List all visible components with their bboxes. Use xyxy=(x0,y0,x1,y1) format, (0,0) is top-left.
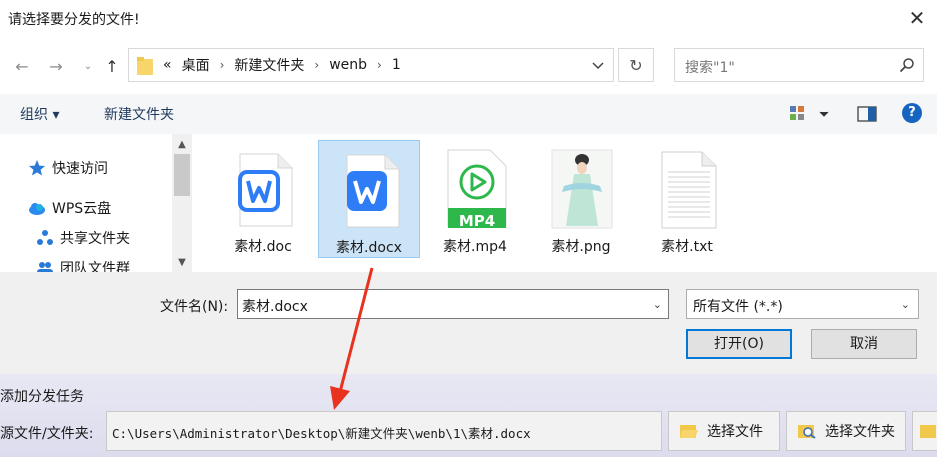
source-path-value: C:\Users\Administrator\Desktop\新建文件夹\wen… xyxy=(112,426,531,441)
up-arrow-icon[interactable]: ↑ xyxy=(100,54,124,78)
star-icon xyxy=(29,160,45,176)
nav-item-label: 快速访问 xyxy=(52,161,108,177)
nav-item-label: WPS云盘 xyxy=(52,201,112,217)
folder-icon xyxy=(920,425,936,438)
breadcrumb-wenb[interactable]: wenb xyxy=(329,57,367,73)
cancel-button[interactable]: 取消 xyxy=(811,329,917,359)
help-icon[interactable]: ? xyxy=(902,103,922,123)
address-bar[interactable]: « 桌面 › 新建文件夹 › wenb › 1 xyxy=(128,48,614,82)
organize-menu[interactable]: 组织 ▾ xyxy=(20,104,59,124)
file-list: 素材.doc 素材.docx MP4 素材.mp4 素材.png 素材.txt xyxy=(192,134,937,272)
refresh-button[interactable]: ↻ xyxy=(618,48,654,82)
breadcrumb-separator[interactable]: › xyxy=(220,58,225,72)
nav-item-label: 团队文件群 xyxy=(60,261,130,272)
breadcrumb-separator[interactable]: › xyxy=(377,58,382,72)
scroll-down-arrow-icon[interactable]: ▼ xyxy=(176,258,188,268)
file-name: 素材.png xyxy=(551,239,611,255)
source-path-field[interactable]: C:\Users\Administrator\Desktop\新建文件夹\wen… xyxy=(106,411,662,451)
filetype-select[interactable]: 所有文件 (*.*) ⌄ xyxy=(686,289,919,319)
file-name: 素材.mp4 xyxy=(443,239,507,255)
preview-pane-icon[interactable] xyxy=(856,103,878,125)
open-button[interactable]: 打开(O) xyxy=(686,329,792,359)
file-item[interactable]: 素材.doc xyxy=(212,140,314,258)
select-file-label: 选择文件 xyxy=(707,424,763,440)
filetype-value: 所有文件 (*.*) xyxy=(693,299,783,315)
recent-locations-chevron-icon[interactable]: ⌄ xyxy=(76,54,100,78)
filename-label: 文件名(N): xyxy=(160,299,229,315)
nav-item-wps-cloud[interactable]: WPS云盘 xyxy=(28,198,111,218)
chevron-down-icon[interactable]: ⌄ xyxy=(901,298,910,311)
file-name: 素材.doc xyxy=(234,239,292,255)
title-bar: 请选择要分发的文件! ✕ xyxy=(0,0,937,36)
search-placeholder: 搜索"1" xyxy=(685,60,735,76)
share-icon xyxy=(37,230,53,245)
select-folder-label: 选择文件夹 xyxy=(825,424,895,440)
breadcrumb-overflow[interactable]: « xyxy=(163,57,172,73)
file-name-pane: 文件名(N): 素材.docx ⌄ 所有文件 (*.*) ⌄ 打开(O) 取消 xyxy=(0,272,937,374)
navigation-bar: ← → ⌄ ↑ « 桌面 › 新建文件夹 › wenb › 1 ↻ 搜索"1" xyxy=(0,44,937,88)
file-item[interactable]: 素材.txt xyxy=(636,140,738,258)
dialog-title: 请选择要分发的文件! xyxy=(8,12,140,28)
breadcrumb: « 桌面 › 新建文件夹 › wenb › 1 xyxy=(163,49,411,81)
open-folder-icon xyxy=(680,425,698,438)
navigation-pane-scrollbar[interactable]: ▲ ▼ xyxy=(172,134,192,272)
mp4-badge: MP4 xyxy=(458,212,496,230)
select-file-button[interactable]: 选择文件 xyxy=(668,411,780,451)
file-name: 素材.txt xyxy=(661,239,713,255)
chevron-down-icon[interactable]: ⌄ xyxy=(653,298,662,311)
breadcrumb-1[interactable]: 1 xyxy=(392,57,401,73)
image-thumbnail-icon xyxy=(551,149,613,229)
filename-value: 素材.docx xyxy=(242,299,308,315)
breadcrumb-desktop[interactable]: 桌面 xyxy=(182,55,210,75)
add-task-panel: 添加分发任务 源文件/文件夹: C:\Users\Administrator\D… xyxy=(0,374,937,457)
filename-input[interactable]: 素材.docx ⌄ xyxy=(237,289,669,319)
source-label: 源文件/文件夹: xyxy=(0,426,94,442)
search-icon xyxy=(899,58,914,73)
panel-heading: 添加分发任务 xyxy=(0,389,84,405)
breadcrumb-new-folder[interactable]: 新建文件夹 xyxy=(234,55,304,75)
nav-item-quick-access[interactable]: 快速访问 xyxy=(28,158,108,178)
file-item[interactable]: 素材.png xyxy=(530,140,632,258)
nav-item-shared-folder[interactable]: 共享文件夹 xyxy=(36,228,130,248)
folder-icon xyxy=(137,57,153,75)
cloud-icon xyxy=(29,203,45,215)
file-item[interactable]: MP4 素材.mp4 xyxy=(424,140,526,258)
breadcrumb-separator[interactable]: › xyxy=(314,58,319,72)
new-folder-button[interactable]: 新建文件夹 xyxy=(104,104,174,124)
view-options-icon[interactable] xyxy=(788,103,832,125)
navigation-pane: 快速访问 WPS云盘 共享文件夹 团队文件群 xyxy=(0,134,192,272)
file-item-selected[interactable]: 素材.docx xyxy=(318,140,420,258)
chevron-down-icon[interactable] xyxy=(589,57,607,73)
scrollbar-thumb[interactable] xyxy=(174,154,190,196)
select-folder-button[interactable]: 选择文件夹 xyxy=(786,411,906,451)
nav-item-team-files[interactable]: 团队文件群 xyxy=(36,258,130,272)
refresh-icon: ↻ xyxy=(629,55,643,75)
text-document-icon xyxy=(661,151,717,229)
forward-arrow-icon[interactable]: → xyxy=(44,54,68,78)
wps-document-icon xyxy=(238,153,293,227)
command-toolbar: 组织 ▾ 新建文件夹 ? xyxy=(0,94,937,134)
team-icon xyxy=(37,262,53,272)
nav-item-label: 共享文件夹 xyxy=(60,231,130,247)
folder-search-icon xyxy=(798,425,816,439)
wps-document-icon xyxy=(346,154,400,228)
more-button[interactable] xyxy=(912,411,937,451)
close-icon[interactable]: ✕ xyxy=(905,6,929,30)
back-arrow-icon[interactable]: ← xyxy=(10,54,34,78)
scroll-up-arrow-icon[interactable]: ▲ xyxy=(176,140,188,150)
search-field[interactable]: 搜索"1" xyxy=(674,48,924,82)
file-name: 素材.docx xyxy=(336,240,402,256)
